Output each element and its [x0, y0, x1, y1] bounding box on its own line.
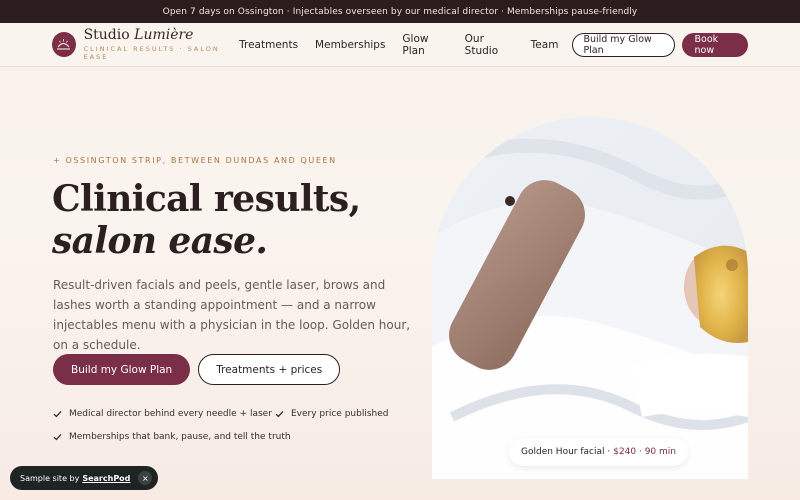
- announcement-bar: Open 7 days on Ossington · Injectables o…: [0, 0, 800, 23]
- check-label: Every price published: [291, 409, 389, 419]
- announcement-text: Open 7 days on Ossington · Injectables o…: [162, 6, 638, 17]
- hero-lede: Result-driven facials and peels, gentle …: [53, 278, 411, 352]
- hero-title: Clinical results, salon ease.: [52, 178, 361, 262]
- pill-prefix: Sample site by: [20, 473, 80, 483]
- badge-label: Golden Hour facial ·: [521, 447, 611, 457]
- header-nav: Studio Lumière CLINICAL RESULTS · SALON …: [0, 23, 800, 67]
- brand-name: Studio Lumière: [84, 28, 240, 43]
- check-label: Memberships that bank, pause, and tell t…: [69, 432, 291, 442]
- check-icon: [275, 410, 285, 418]
- brand-name-italic: Lumière: [134, 27, 194, 43]
- check-item: Medical director behind every needle + l…: [53, 409, 272, 419]
- check-icon: [53, 410, 63, 418]
- check-item: Every price published: [275, 409, 388, 419]
- hero-cta-row: Build my Glow Plan Treatments + prices: [53, 354, 341, 385]
- nav-link-memberships[interactable]: Memberships: [315, 39, 385, 51]
- badge-price: $240 · 90 min: [613, 447, 676, 457]
- hero-eyebrow: + OSSINGTON STRIP, BETWEEN DUNDAS AND QU…: [53, 156, 337, 165]
- logo-icon[interactable]: [52, 32, 76, 57]
- treatments-prices-button[interactable]: Treatments + prices: [198, 354, 341, 385]
- brand-tagline: CLINICAL RESULTS · SALON EASE: [83, 45, 220, 61]
- nav-links: Treatments Memberships Glow Plan Our Stu…: [239, 32, 748, 57]
- close-icon[interactable]: ×: [138, 471, 153, 485]
- nav-link-our-studio[interactable]: Our Studio: [465, 33, 514, 57]
- build-glow-plan-button[interactable]: Build my Glow Plan: [53, 354, 191, 385]
- check-label: Medical director behind every needle + l…: [69, 409, 272, 419]
- brand[interactable]: Studio Lumière CLINICAL RESULTS · SALON …: [83, 28, 240, 62]
- build-glow-plan-nav-button[interactable]: Build my Glow Plan: [572, 32, 675, 57]
- hero-photo: [432, 117, 748, 479]
- facial-treatment-photo: [432, 117, 748, 479]
- sample-site-pill: Sample site by SearchPod ×: [10, 466, 159, 490]
- hero-title-line2: salon ease.: [52, 220, 268, 262]
- check-icon: [53, 433, 63, 441]
- price-badge: Golden Hour facial · $240 · 90 min: [509, 438, 688, 466]
- book-now-button[interactable]: Book now: [681, 32, 748, 57]
- nav-link-treatments[interactable]: Treatments: [239, 39, 298, 51]
- brand-name-regular: Studio: [83, 27, 130, 43]
- check-item: Memberships that bank, pause, and tell t…: [53, 432, 291, 442]
- pill-brand-link[interactable]: SearchPod: [82, 474, 130, 483]
- sun-icon: [57, 39, 71, 50]
- nav-link-glow-plan[interactable]: Glow Plan: [402, 33, 447, 57]
- nav-link-team[interactable]: Team: [531, 39, 559, 51]
- hero-title-line1: Clinical results,: [52, 178, 361, 220]
